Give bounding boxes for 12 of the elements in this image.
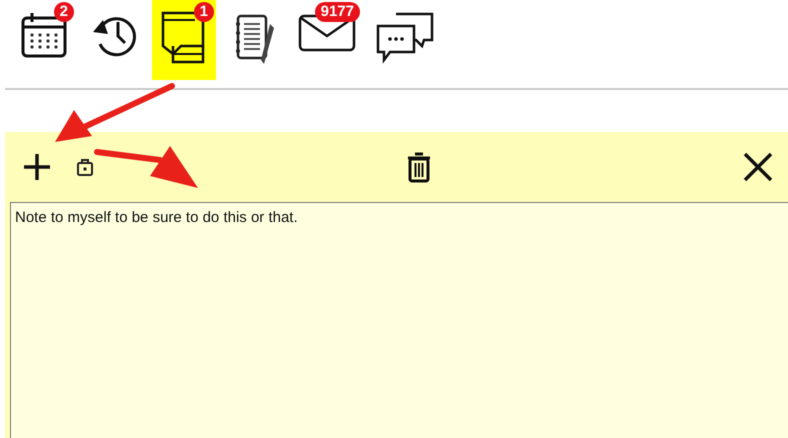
toolbar-button[interactable]: 9177 [292,0,362,80]
toolbar-button[interactable]: 1 [152,0,216,80]
chat-bubbles-icon [374,10,436,64]
plus-icon [21,151,53,183]
count-badge: 9177 [314,2,360,22]
count-badge: 2 [54,2,74,22]
count-badge: 1 [194,2,214,22]
lock-icon [75,157,95,177]
toolbar-button[interactable]: 2 [12,0,76,80]
trash-icon [406,151,432,183]
note-text-field[interactable]: Note to myself to be sure to do this or that. [10,202,788,438]
close-icon [742,151,774,183]
